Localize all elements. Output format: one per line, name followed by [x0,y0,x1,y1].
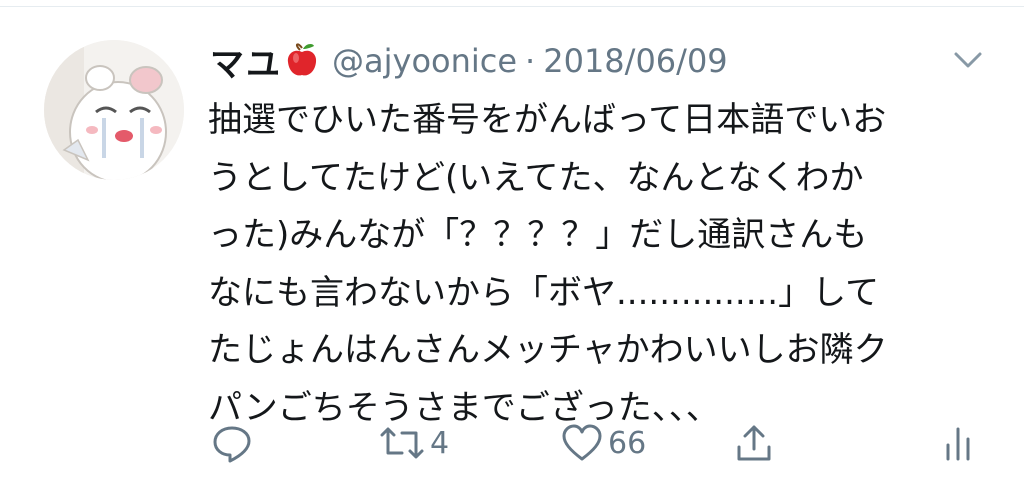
retweet-icon [380,427,424,459]
heart-icon [562,424,602,461]
share-button[interactable] [732,418,776,468]
red-apple-icon [286,40,318,82]
tweet-text-line: った)みんなが「？？？？」だし通訳さんも [208,215,868,255]
tweet-header: マユ @ajyoonice · 2018/06/09 [210,36,728,86]
tweet-actions: 4 66 [0,418,1024,468]
avatar-illustration [44,40,184,180]
reply-button[interactable] [210,418,254,468]
separator-dot: · [525,42,536,80]
tweet-text: 抽選でひいた番号をがんばって日本語でいお うとしてたけど(いえてた、なんとなくわ… [208,92,1008,437]
avatar[interactable] [44,40,184,180]
like-count: 66 [608,425,647,461]
user-handle[interactable]: @ajyoonice [332,42,517,80]
retweet-button[interactable]: 4 [378,418,449,468]
tweet-date[interactable]: 2018/06/09 [543,42,727,80]
tweet-text-line: たじょんはんさんメッチャかわいいしお隣ク [208,330,888,370]
analytics-icon [946,427,970,461]
tweet-text-line: うとしてたけど(いえてた、なんとなくわか [208,157,864,198]
share-icon [737,425,771,461]
tweet-text-line: 抽選でひいた番号をがんばって日本語でいお [208,100,887,140]
display-name[interactable]: マユ [210,37,282,86]
reply-icon [213,426,251,463]
analytics-button[interactable] [942,418,978,468]
like-button[interactable]: 66 [560,418,646,468]
timeline-divider [0,0,1024,7]
chevron-down-icon[interactable] [948,40,988,80]
tweet-text-line: なにも言わないから「ボヤ...............」して [208,272,880,313]
retweet-count: 4 [430,425,450,461]
